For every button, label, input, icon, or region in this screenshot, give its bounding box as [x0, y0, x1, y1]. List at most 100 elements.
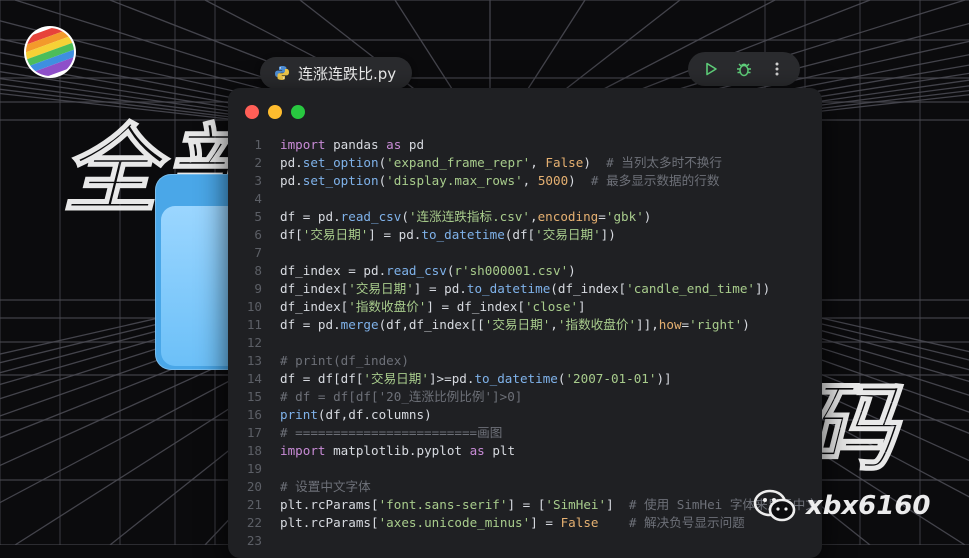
code-token: =: [598, 209, 606, 224]
code-token: ,: [522, 173, 538, 188]
code-token: (df[: [504, 227, 536, 242]
watermark: xbx6160: [752, 488, 931, 524]
code-token: ] =: [530, 515, 561, 530]
code-line: 21 plt.rcParams['font.sans-serif'] = ['Si…: [228, 496, 822, 514]
code-token: 'display.max_rows': [386, 173, 523, 188]
play-icon: [705, 62, 717, 76]
code-token: how: [658, 317, 682, 332]
code-token: # df = df[df['20_连涨比例比例']>0]: [280, 389, 523, 404]
code-text: print(df,df.columns): [280, 406, 432, 424]
code-token: # 最多显示数据的行数: [590, 173, 720, 188]
code-token: to_datetime: [421, 227, 505, 242]
code-token: '交易日期': [363, 371, 429, 386]
code-token: pd.: [280, 173, 303, 188]
window-controls: [245, 105, 305, 119]
code-text: df_index['指数收盘价'] = df_index['close']: [280, 298, 586, 316]
code-token: ]: [578, 299, 586, 314]
code-token: import: [280, 137, 326, 152]
bug-icon: [736, 63, 751, 77]
line-number: 18: [246, 443, 262, 458]
code-token: # print(df_index): [280, 353, 409, 368]
code-line: 2 pd.set_option('expand_frame_repr', Fals…: [228, 154, 822, 172]
code-token: ): [568, 173, 591, 188]
code-token: # ========================画图: [280, 425, 503, 440]
line-number: 6: [254, 227, 262, 242]
code-token: as: [386, 137, 402, 152]
code-area[interactable]: 1 import pandas as pd 2 pd.set_option('expa…: [228, 136, 822, 550]
line-number: 23: [246, 533, 262, 548]
code-line: 17 # ========================画图: [228, 424, 822, 442]
line-number: 17: [246, 425, 262, 440]
code-token: '交易日期': [348, 281, 414, 296]
code-token: False: [545, 155, 584, 170]
code-token: (df_index[: [550, 281, 627, 296]
code-token: ): [583, 155, 607, 170]
maximize-window-button[interactable]: [291, 105, 305, 119]
line-number: 16: [246, 407, 262, 422]
close-window-button[interactable]: [245, 105, 259, 119]
code-text: pd.set_option('display.max_rows', 5000) …: [280, 172, 719, 190]
code-text: import matplotlib.pyplot as plt: [280, 442, 515, 460]
code-text: # print(df_index): [280, 352, 409, 370]
code-token: r'sh000001.csv': [454, 263, 569, 278]
line-number: 7: [254, 245, 262, 260]
code-token: ] = df_index[: [426, 299, 525, 314]
code-token: ,: [550, 317, 558, 332]
code-token: matplotlib.pyplot: [325, 443, 470, 458]
minimize-window-button[interactable]: [268, 105, 282, 119]
code-token: )]: [656, 371, 672, 386]
code-token: set_option: [302, 173, 379, 188]
code-token: df = pd.: [280, 209, 341, 224]
line-number: 1: [254, 137, 262, 152]
file-tab[interactable]: 连涨连跌比.py: [260, 57, 413, 89]
code-text: plt.rcParams['font.sans-serif'] = ['SimH…: [280, 496, 818, 514]
line-number: 21: [246, 497, 262, 512]
code-token: ]],: [636, 317, 659, 332]
run-toolbar: [688, 52, 800, 86]
code-line: 15 # df = df[df['20_连涨比例比例']>0]: [228, 388, 822, 406]
code-line: 8 df_index = pd.read_csv(r'sh000001.csv'): [228, 262, 822, 280]
code-token: 'close': [524, 299, 579, 314]
code-line: 13 # print(df_index): [228, 352, 822, 370]
code-text: pd.set_option('expand_frame_repr', False…: [280, 154, 722, 172]
code-line: 19: [228, 460, 822, 478]
code-token: encoding: [537, 209, 599, 224]
code-token: (df,df.columns): [317, 407, 432, 422]
code-token: 'expand_frame_repr': [386, 155, 531, 170]
code-token: pandas: [325, 137, 387, 152]
code-text: # df = df[df['20_连涨比例比例']>0]: [280, 388, 522, 406]
app-logo: [26, 28, 74, 76]
code-text: df_index = pd.read_csv(r'sh000001.csv'): [280, 262, 576, 280]
run-button[interactable]: [698, 56, 724, 82]
code-token: pd: [401, 137, 425, 152]
code-token: read_csv: [340, 209, 402, 224]
code-token: ]): [755, 281, 771, 296]
code-line: 14 df = df[df['交易日期']>=pd.to_datetime('20…: [228, 370, 822, 388]
line-number: 9: [254, 281, 262, 296]
code-token: 'candle_end_time': [626, 281, 756, 296]
code-line: 20 # 设置中文字体: [228, 478, 822, 496]
debug-button[interactable]: [731, 56, 757, 82]
code-token: # 设置中文字体: [280, 479, 371, 494]
code-token: ,: [530, 155, 546, 170]
code-token: ): [568, 263, 576, 278]
code-token: 'right': [689, 317, 743, 332]
code-line: 6 df['交易日期'] = pd.to_datetime(df['交易日期']): [228, 226, 822, 244]
code-token: 5000: [537, 173, 569, 188]
code-token: '交易日期': [535, 227, 601, 242]
more-vertical-icon: [775, 62, 779, 76]
code-line: 3 pd.set_option('display.max_rows', 5000)…: [228, 172, 822, 190]
line-number: 3: [254, 173, 262, 188]
code-token: to_datetime: [474, 371, 558, 386]
line-number: 12: [246, 335, 262, 350]
rainbow-logo-icon: [26, 28, 74, 76]
code-token: '交易日期': [302, 227, 369, 242]
more-button[interactable]: [764, 56, 790, 82]
code-token: '2007-01-01': [565, 371, 657, 386]
line-number: 13: [246, 353, 262, 368]
code-editor-window: 1 import pandas as pd 2 pd.set_option('expa…: [228, 88, 822, 558]
code-line: 10 df_index['指数收盘价'] = df_index['close']: [228, 298, 822, 316]
code-line: 18 import matplotlib.pyplot as plt: [228, 442, 822, 460]
code-token: df[: [280, 227, 303, 242]
code-token: ): [643, 209, 652, 224]
